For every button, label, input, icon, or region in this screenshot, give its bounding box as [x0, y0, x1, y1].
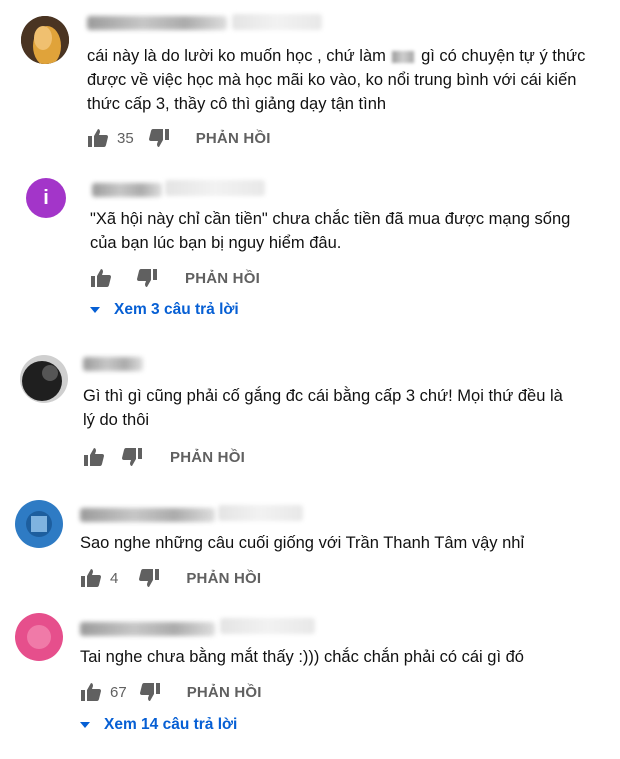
thumbs-up-icon[interactable]	[80, 682, 102, 702]
avatar[interactable]	[20, 355, 68, 403]
comment-text: Sao nghe những câu cuối giống với Trần T…	[80, 534, 525, 552]
author-name-blurred	[87, 16, 227, 30]
thumbs-up-icon[interactable]	[90, 268, 112, 288]
author-name-blurred	[92, 183, 162, 197]
comment-text: cái này là do lười ko muốn học , chứ làm…	[87, 47, 586, 113]
avatar-image	[21, 16, 69, 64]
author-name-blurred	[80, 622, 215, 636]
comment-text: "Xã hội này chỉ cần tiền" chưa chắc tiền…	[90, 210, 571, 252]
timestamp-blurred	[220, 618, 315, 634]
like-count: 35	[117, 129, 134, 147]
author-name-blurred	[83, 357, 143, 371]
thumbs-down-icon[interactable]	[148, 128, 170, 148]
avatar[interactable]	[15, 613, 63, 661]
timestamp-blurred	[232, 14, 322, 30]
thumbs-down-icon[interactable]	[136, 268, 158, 288]
timestamp-blurred	[165, 180, 265, 196]
view-replies-label: Xem 3 câu trả lời	[114, 301, 239, 318]
comment-actions: 67 PHẢN HỒI	[80, 681, 262, 703]
thumbs-down-icon[interactable]	[139, 682, 161, 702]
avatar[interactable]	[21, 16, 69, 64]
like-count: 67	[110, 683, 127, 701]
thumbs-up-icon[interactable]	[80, 568, 102, 588]
timestamp-blurred	[218, 505, 303, 521]
thumbs-up-icon[interactable]	[83, 447, 105, 467]
comment-actions: PHẢN HỒI	[83, 446, 245, 468]
reply-button[interactable]: PHẢN HỒI	[187, 684, 262, 701]
avatar-image	[20, 355, 68, 403]
thumbs-up-icon[interactable]	[87, 128, 109, 148]
reply-button[interactable]: PHẢN HỒI	[185, 270, 260, 287]
comment-actions: 4 PHẢN HỒI	[80, 567, 261, 589]
view-replies-button[interactable]: Xem 14 câu trả lời	[80, 716, 237, 734]
comment-actions: PHẢN HỒI	[90, 267, 260, 289]
like-count: 4	[110, 569, 119, 587]
avatar-image	[15, 613, 63, 661]
reply-button[interactable]: PHẢN HỒI	[186, 570, 261, 587]
avatar-letter: i	[43, 186, 49, 209]
thumbs-down-icon[interactable]	[138, 568, 160, 588]
comment-text: Tai nghe chưa bằng mắt thấy :))) chắc ch…	[80, 648, 524, 666]
thumbs-down-icon[interactable]	[121, 447, 143, 467]
comment-text: Gì thì gì cũng phải cố gắng đc cái bằng …	[83, 387, 563, 429]
caret-down-icon	[80, 722, 90, 728]
view-replies-label: Xem 14 câu trả lời	[104, 716, 238, 733]
reply-button[interactable]: PHẢN HỒI	[170, 449, 245, 466]
avatar[interactable]: i	[26, 178, 66, 218]
reply-button[interactable]: PHẢN HỒI	[196, 130, 271, 147]
comment-actions: 35 PHẢN HỒI	[87, 127, 271, 149]
caret-down-icon	[90, 307, 100, 313]
view-replies-button[interactable]: Xem 3 câu trả lời	[90, 301, 239, 319]
avatar[interactable]	[15, 500, 63, 548]
avatar-image	[15, 500, 63, 548]
censored-word	[392, 50, 415, 63]
author-name-blurred	[80, 508, 215, 522]
